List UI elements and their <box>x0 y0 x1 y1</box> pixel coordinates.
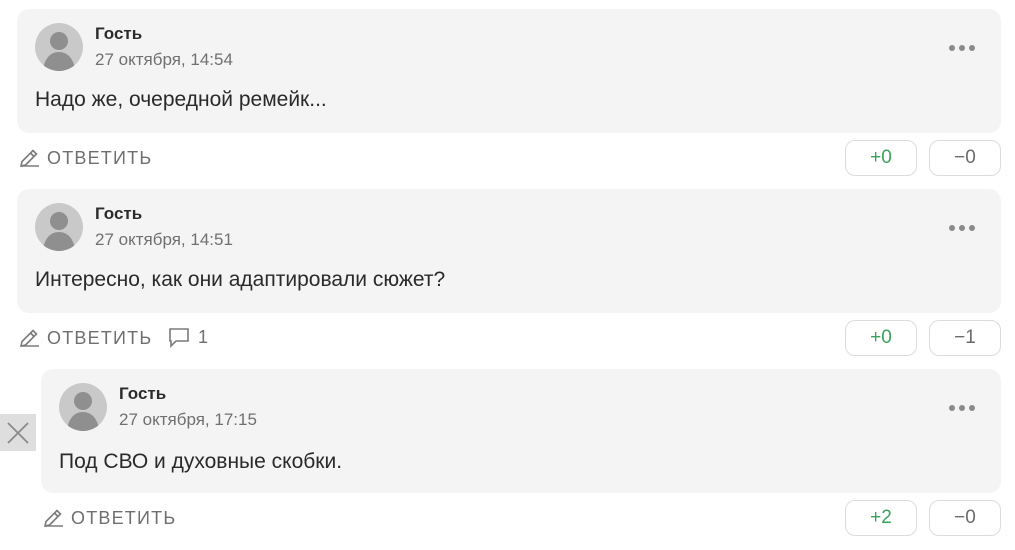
comment-card: Гость 27 октября, 14:54 Надо же, очередн… <box>17 9 1001 133</box>
close-button[interactable] <box>0 414 36 451</box>
comment-card: Гость 27 октября, 14:51 Интересно, как о… <box>17 189 1001 313</box>
more-options-icon[interactable] <box>949 221 983 235</box>
user-avatar-icon <box>67 392 99 431</box>
avatar <box>59 383 107 431</box>
comment-bubble-icon <box>169 328 189 348</box>
downvote-button[interactable]: −0 <box>929 500 1001 536</box>
downvote-button[interactable]: −1 <box>929 320 1001 356</box>
downvote-button[interactable]: −0 <box>929 140 1001 176</box>
close-icon <box>7 421 29 444</box>
comment-text: Надо же, очередной ремейк... <box>35 88 327 111</box>
comment-date: 27 октября, 17:15 <box>119 410 257 429</box>
upvote-button[interactable]: +2 <box>845 500 917 536</box>
comment-author: Гость <box>119 384 167 403</box>
upvote-button[interactable]: +0 <box>845 140 917 176</box>
comment-text: Интересно, как они адаптировали сюжет? <box>35 268 446 291</box>
reply-button[interactable]: ОТВЕТИТЬ <box>17 326 152 350</box>
user-avatar-icon <box>43 212 75 251</box>
more-options-icon[interactable] <box>949 401 983 415</box>
reply-button[interactable]: ОТВЕТИТЬ <box>17 146 152 170</box>
reply-button[interactable]: ОТВЕТИТЬ <box>41 506 176 530</box>
pencil-icon <box>19 329 39 348</box>
user-avatar-icon <box>43 32 75 71</box>
comment-author: Гость <box>95 204 143 223</box>
comment-author: Гость <box>95 24 143 43</box>
comment-date: 27 октября, 14:54 <box>95 50 233 69</box>
upvote-button[interactable]: +0 <box>845 320 917 356</box>
reply-card: Гость 27 октября, 17:15 Под СВО и духовн… <box>41 369 1001 493</box>
comment-date: 27 октября, 14:51 <box>95 230 233 249</box>
more-options-icon[interactable] <box>949 41 983 55</box>
replies-count[interactable]: 1 <box>168 326 208 348</box>
reply-label: ОТВЕТИТЬ <box>47 147 153 168</box>
pencil-icon <box>19 149 39 168</box>
reply-label: ОТВЕТИТЬ <box>71 507 177 528</box>
avatar <box>35 203 83 251</box>
avatar <box>35 23 83 71</box>
comment-text: Под СВО и духовные скобки. <box>59 450 343 473</box>
pencil-icon <box>43 509 63 528</box>
reply-label: ОТВЕТИТЬ <box>47 327 153 348</box>
replies-count-value: 1 <box>198 326 209 347</box>
